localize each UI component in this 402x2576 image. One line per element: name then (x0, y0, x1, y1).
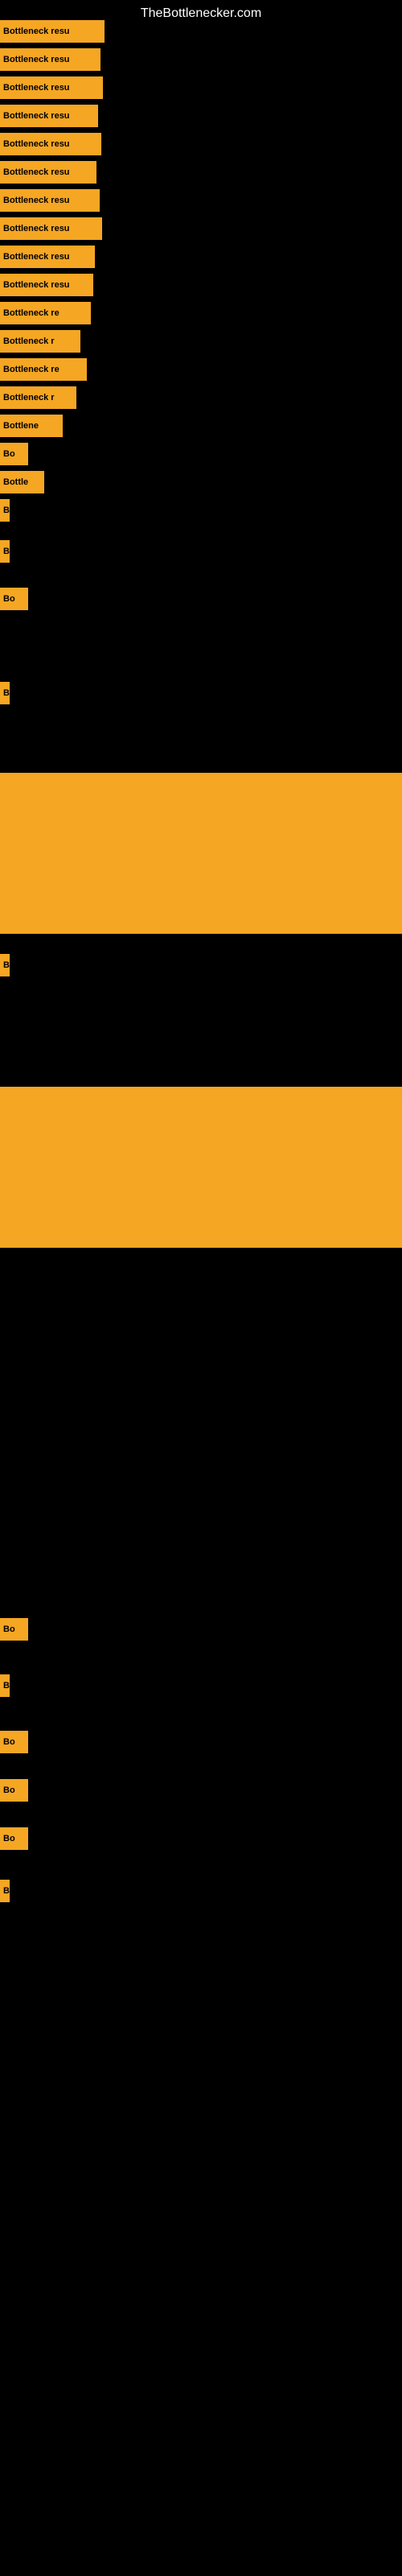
bar-label: B (0, 954, 10, 976)
bar-label: Bottleneck resu (0, 274, 93, 296)
bar-label: Bo (0, 1618, 28, 1641)
bar-item: Bottleneck resu (0, 246, 95, 268)
bar-label: Bottleneck re (0, 302, 91, 324)
bar-item: B (0, 1674, 10, 1697)
bar-item: Bo (0, 588, 28, 610)
bar-item: B (0, 540, 10, 563)
bar-label (0, 773, 402, 934)
bar-label: Bottleneck resu (0, 161, 96, 184)
bar-item: Bottleneck resu (0, 105, 98, 127)
bar-item: Bo (0, 1731, 28, 1753)
bar-label: B (0, 682, 10, 704)
bar-item: B (0, 499, 10, 522)
bar-item: Bottleneck resu (0, 161, 96, 184)
bar-item: Bottleneck resu (0, 76, 103, 99)
bar-item: Bottleneck re (0, 302, 91, 324)
bar-label: Bo (0, 443, 28, 465)
bar-item: Bottleneck r (0, 386, 76, 409)
bar-item: Bo (0, 1827, 28, 1850)
bar-item: Bottleneck re (0, 358, 87, 381)
bar-label: Bottlene (0, 415, 63, 437)
bar-item: Bottleneck resu (0, 217, 102, 240)
bar-item: Bo (0, 443, 28, 465)
bar-item: B (0, 954, 10, 976)
bar-item: Bottle (0, 471, 44, 493)
bar-item (0, 1087, 402, 1248)
bar-label: Bottleneck resu (0, 133, 101, 155)
bar-item: B (0, 682, 10, 704)
bar-label: Bottleneck r (0, 386, 76, 409)
bar-label: Bottleneck re (0, 358, 87, 381)
bar-item: Bottleneck r (0, 330, 80, 353)
bar-item: Bo (0, 1618, 28, 1641)
bar-label: Bo (0, 588, 28, 610)
bar-item: Bottleneck resu (0, 189, 100, 212)
bar-label: Bottleneck resu (0, 76, 103, 99)
bar-label: Bo (0, 1827, 28, 1850)
bar-label: B (0, 499, 10, 522)
bar-label: Bottleneck resu (0, 246, 95, 268)
bar-label: B (0, 1880, 10, 1902)
bar-item: Bottleneck resu (0, 48, 100, 71)
bar-item: Bo (0, 1779, 28, 1802)
bar-item: Bottleneck resu (0, 274, 93, 296)
bar-item: Bottleneck resu (0, 133, 101, 155)
bar-label: Bottleneck resu (0, 189, 100, 212)
bar-label: B (0, 540, 10, 563)
bar-label: Bottleneck r (0, 330, 80, 353)
bar-label: Bottleneck resu (0, 105, 98, 127)
bar-label: Bottleneck resu (0, 48, 100, 71)
bar-label: Bottleneck resu (0, 217, 102, 240)
bar-label: B (0, 1674, 10, 1697)
bar-item: B (0, 1880, 10, 1902)
bar-item (0, 773, 402, 934)
bar-label: Bottleneck resu (0, 20, 105, 43)
bar-label: Bo (0, 1779, 28, 1802)
bar-label: Bottle (0, 471, 44, 493)
bar-label: Bo (0, 1731, 28, 1753)
bar-item: Bottleneck resu (0, 20, 105, 43)
bar-label (0, 1087, 402, 1248)
bar-item: Bottlene (0, 415, 63, 437)
